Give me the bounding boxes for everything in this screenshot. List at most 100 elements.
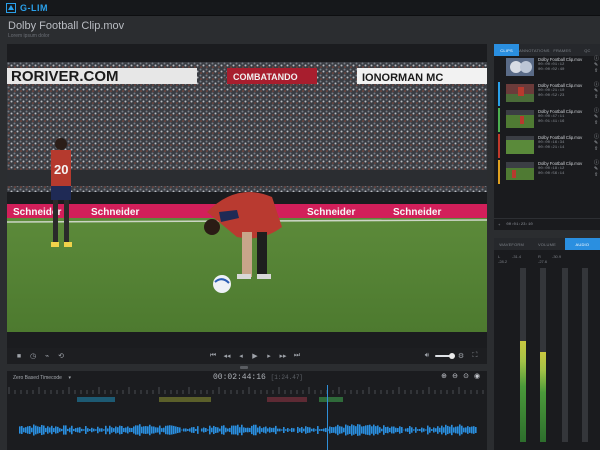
meter-rms-l: -31.4 [512,254,522,259]
list-item[interactable]: Dolby Football Clip.mov 00:00:18:12 00:0… [498,160,600,184]
clip-actions: ⓘ ✎ ⇪ [594,83,600,106]
tab-clips[interactable]: CLIPS [494,44,520,56]
waveform-bar [303,428,305,432]
waveform-bar [463,427,465,433]
step-back-icon[interactable]: ◂ [235,350,247,362]
waveform-bar [29,426,31,434]
waveform-bar [181,429,183,431]
timeline-ruler[interactable] [7,385,487,395]
step-forward-icon[interactable]: ▸ [263,350,275,362]
clip-tc-in: 00:00:18:12 [538,167,565,171]
timeline[interactable]: Zero Based Timecode ▾ 00:02:44:16 [1:24.… [7,371,487,450]
timecode-mode-select[interactable]: Zero Based Timecode ▾ [13,374,71,383]
app-brand[interactable]: G-LIM [20,3,48,13]
waveform-bar [283,427,285,433]
waveform-bar [439,427,441,433]
waveform-bar [123,427,125,433]
waveform-bar [469,427,471,433]
share-icon[interactable]: ⇪ [594,121,600,126]
list-item[interactable]: Dolby Football Clip.mov 00:00:01:12 00:0… [498,56,600,80]
waveform-bar [473,426,475,434]
share-icon[interactable]: ⇪ [594,147,600,152]
video-frame[interactable]: RORIVER.COM COMBATANDO IONORMAN MC Schne… [7,62,487,376]
panel-resize-handle[interactable] [240,366,248,369]
waveform-bar [223,425,225,435]
stop-icon[interactable]: ■ [13,350,25,362]
timeline-playhead[interactable] [327,385,328,450]
waveform-bar [265,426,267,434]
prev-frame-icon[interactable]: ◂◂ [221,350,233,362]
fullscreen-icon[interactable]: ⛶ [469,350,481,362]
jump-start-icon[interactable]: ⏮ [207,350,219,362]
waveform-bar [71,425,73,435]
waveform-bar [35,425,37,435]
tab-frames[interactable]: FRAMES [550,44,575,56]
clip-tc-in: 00:00:01:12 [538,63,565,67]
waveform-bar [383,425,385,435]
waveform-bar [333,427,335,433]
waveform-bar [271,427,273,433]
waveform-bar [441,425,443,435]
waveform-bar [389,427,391,433]
zoom-out-icon[interactable]: ⊖ [451,373,459,381]
tab-waveform[interactable]: WAVEFORM [494,238,529,250]
waveform-bar [237,424,239,436]
waveform-bar [313,428,315,432]
list-item[interactable]: Dolby Football Clip.mov 00:00:16:34 00:0… [498,134,600,158]
waveform-bar [375,426,377,434]
timecode-main: 00:02:44:16 [213,373,266,382]
timeline-markers[interactable] [7,395,487,403]
settings-icon[interactable]: ⚙ [455,350,467,362]
tab-qc[interactable]: QC [575,44,600,56]
share-icon[interactable]: ⇪ [594,173,600,178]
waveform-bar [247,427,249,433]
app-logo-icon[interactable] [6,2,16,13]
waveform-bar [355,426,357,434]
waveform-bar [161,428,163,432]
loop-icon[interactable]: ⟲ [55,350,67,362]
waveform-bar [147,426,149,434]
waveform-bar [429,427,431,433]
clock-icon[interactable]: ◷ [27,350,39,362]
play-icon[interactable]: ▶ [249,350,261,362]
next-frame-icon[interactable]: ▸▸ [277,350,289,362]
fps-icon[interactable]: ⌁ [41,350,53,362]
clip-info: Dolby Football Clip.mov 00:00:16:34 00:0… [538,135,592,158]
tab-annotations[interactable]: ANNOTATIONS [519,44,550,56]
tab-audio[interactable]: AUDIO [564,238,600,250]
waveform-bar [227,428,229,432]
jump-end-icon[interactable]: ⏭ [291,350,303,362]
waveform-bar [335,426,337,434]
waveform-bar [59,428,61,432]
waveform-bar [307,427,309,433]
clip-tc-in: 00:00:21:10 [538,89,565,93]
waveform-bar [75,428,77,432]
waveform-bar [465,427,467,433]
waveform-bar [445,424,447,436]
add-clip-icon[interactable]: + [498,222,500,227]
volume-slider[interactable] [435,353,455,359]
app-header: G-LIM [0,0,600,16]
volume-icon[interactable]: 🔊︎ [421,350,433,362]
clip-thumbnail [506,110,534,128]
visibility-icon[interactable]: ◉ [473,373,481,381]
clip-thumbnail [506,162,534,180]
zoom-in-icon[interactable]: ⊕ [440,373,448,381]
video-player[interactable]: RORIVER.COM COMBATANDO IONORMAN MC Schne… [7,44,487,364]
share-icon[interactable]: ⇪ [594,69,600,74]
marker-segment-4 [319,397,343,402]
waveform-bar [311,428,313,432]
share-icon[interactable]: ⇪ [594,95,600,100]
waveform-bar [385,427,387,433]
meter-peak-l: -28.2 [498,259,508,264]
waveform-bar [209,425,211,435]
tab-volume[interactable]: VOLUME [529,238,564,250]
list-item[interactable]: Dolby Football Clip.mov 00:00:21:10 00:0… [498,82,600,106]
audio-waveform[interactable] [7,419,487,441]
list-item[interactable]: Dolby Football Clip.mov 00:00:47:11 00:0… [498,108,600,132]
meter-rms-r: -30.9 [552,254,562,259]
zoom-fit-icon[interactable]: ⊙ [462,373,470,381]
waveform-bar [187,429,189,431]
waveform-bar [191,427,193,433]
ad-board-4: Schneider [393,207,441,218]
